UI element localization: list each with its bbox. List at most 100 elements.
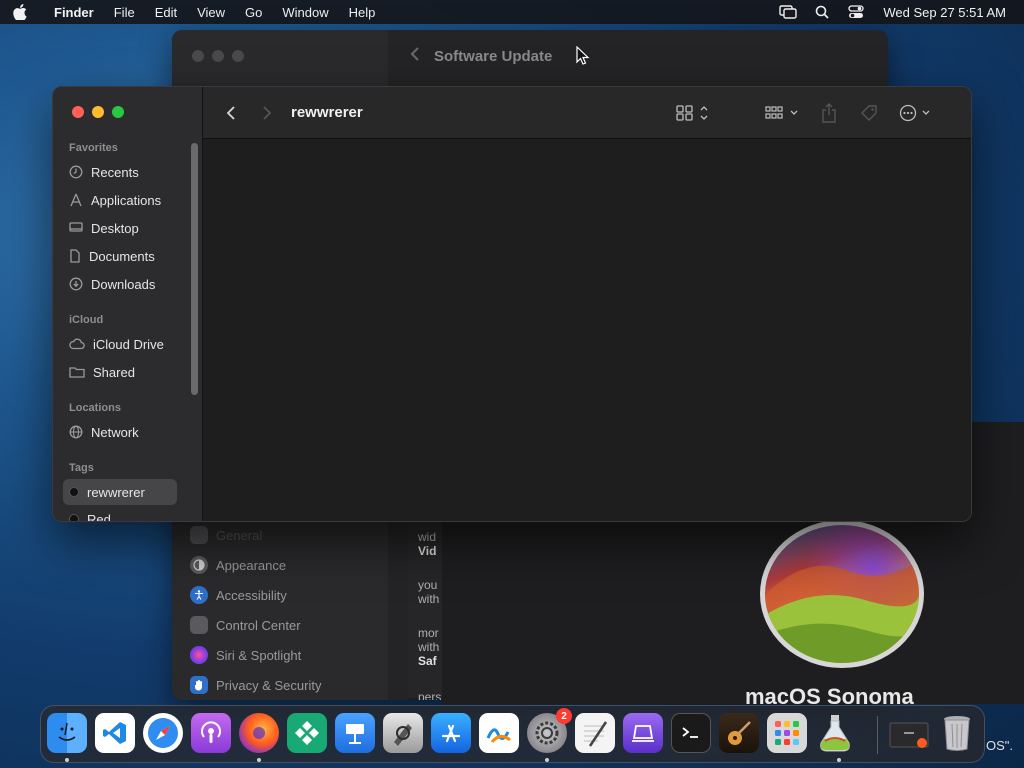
sidebar-item-documents[interactable]: Documents [69, 243, 193, 269]
finder-window[interactable]: Favorites Recents Applications Desktop D… [52, 86, 972, 522]
dock-app-keynote[interactable] [335, 713, 375, 753]
menu-edit[interactable]: Edit [145, 5, 187, 20]
zoom-button[interactable] [112, 106, 124, 118]
settings-page-title: Software Update [434, 47, 553, 65]
installer-flask-icon [820, 715, 850, 752]
dock-app-terminal[interactable] [671, 713, 711, 753]
sidebar-header-favorites: Favorites [69, 142, 118, 154]
script-editor-icon [394, 724, 412, 746]
dock-app-vscode[interactable] [95, 713, 135, 753]
downloads-stack-icon [889, 722, 929, 748]
app-store-icon [441, 724, 461, 743]
dock-app-app-store[interactable] [431, 713, 471, 753]
forward-chevron-icon[interactable] [257, 87, 277, 139]
dock-downloads-stack[interactable] [887, 713, 931, 753]
desktop-icon [69, 222, 83, 232]
simulator-icon [632, 725, 654, 742]
close-button[interactable] [72, 106, 84, 118]
control-center-icon[interactable] [839, 5, 873, 19]
running-indicator [837, 758, 841, 762]
dock-separator [877, 716, 878, 754]
settings-gear-icon [535, 721, 559, 745]
dock-app-script-editor[interactable] [383, 713, 423, 753]
finder-file-area[interactable] [203, 139, 971, 521]
dock-app-garageband[interactable] [719, 713, 759, 753]
finder-toolbar: rewwrerer [203, 87, 971, 139]
mouse-cursor-icon [576, 45, 590, 71]
dock-app-firefox[interactable] [239, 713, 279, 753]
dock-app-sonoma-installer[interactable] [815, 713, 855, 753]
settings-item-general[interactable]: General [186, 520, 376, 550]
dock-app-safari[interactable] [143, 713, 183, 753]
settings-sidebar-list: General Appearance Accessibility Control… [186, 520, 376, 700]
sidebar-item-network[interactable]: Network [69, 419, 193, 445]
sidebar-tag-red[interactable]: Red [69, 506, 193, 521]
menu-clock[interactable]: Wed Sep 27 5:51 AM [873, 5, 1024, 20]
sidebar-header-locations: Locations [69, 402, 121, 414]
dock: 2 [40, 705, 985, 763]
sidebar-item-applications[interactable]: Applications [69, 187, 193, 213]
close-button[interactable] [192, 50, 204, 62]
menu-file[interactable]: File [104, 5, 145, 20]
back-chevron-icon[interactable] [221, 87, 241, 139]
menu-app-name[interactable]: Finder [40, 5, 104, 20]
hand-icon [190, 676, 208, 694]
tag-dot-icon [69, 514, 79, 521]
sidebar-item-recents[interactable]: Recents [69, 159, 193, 185]
sidebar-scrollbar[interactable] [191, 143, 198, 395]
dock-app-finder[interactable] [47, 713, 87, 753]
diamond-grid-icon [295, 721, 319, 745]
safari-icon [148, 718, 178, 748]
sidebar-item-shared[interactable]: Shared [69, 359, 193, 385]
guitar-icon [728, 721, 751, 745]
menu-help[interactable]: Help [339, 5, 386, 20]
running-indicator [257, 758, 261, 762]
zoom-button[interactable] [232, 50, 244, 62]
settings-item-accessibility[interactable]: Accessibility [186, 580, 376, 610]
dock-app-klack[interactable] [287, 713, 327, 753]
more-actions-icon[interactable] [897, 87, 937, 139]
dock-trash[interactable] [937, 713, 977, 753]
group-icon[interactable] [763, 87, 803, 139]
sidebar-item-icloud-drive[interactable]: iCloud Drive [69, 331, 193, 357]
vscode-icon [103, 722, 126, 744]
sidebar-item-desktop[interactable]: Desktop [69, 215, 193, 241]
settings-item-control-center[interactable]: Control Center [186, 610, 376, 640]
settings-item-siri[interactable]: Siri & Spotlight [186, 640, 376, 670]
settings-item-privacy[interactable]: Privacy & Security [186, 670, 376, 700]
finder-window-controls [72, 106, 124, 118]
apple-menu-icon[interactable] [0, 4, 40, 20]
sidebar-tag-rewwrerer[interactable]: rewwrerer [63, 479, 177, 505]
dock-app-freeform[interactable] [479, 713, 519, 753]
view-grid-icon[interactable] [673, 87, 713, 139]
settings-item-appearance[interactable]: Appearance [186, 550, 376, 580]
settings-text-fragment: mor with Saf [418, 626, 440, 668]
minimize-button[interactable] [92, 106, 104, 118]
tag-icon[interactable] [857, 87, 881, 139]
settings-window-controls [192, 50, 244, 62]
settings-text-fragment: wid Vid [418, 530, 437, 558]
finder-icon [58, 722, 76, 741]
dock-app-system-settings[interactable]: 2 [527, 708, 572, 753]
podcasts-icon [201, 721, 221, 743]
menu-window[interactable]: Window [272, 5, 338, 20]
sidebar-item-downloads[interactable]: Downloads [69, 271, 193, 297]
sidebar-header-icloud: iCloud [69, 314, 104, 326]
cloud-icon [69, 338, 85, 350]
back-chevron-icon[interactable] [410, 46, 420, 66]
applications-icon [70, 193, 82, 207]
dock-app-textedit[interactable] [575, 713, 615, 753]
dock-app-launchpad[interactable] [767, 713, 807, 753]
dock-app-simulator[interactable] [623, 713, 663, 753]
share-icon[interactable] [817, 87, 841, 139]
siri-icon [190, 646, 208, 664]
menu-view[interactable]: View [187, 5, 235, 20]
spotlight-search-icon[interactable] [805, 5, 839, 19]
gear-icon [190, 526, 208, 544]
dock-app-podcasts[interactable] [191, 713, 231, 753]
textedit-icon [584, 721, 608, 747]
menu-go[interactable]: Go [235, 5, 272, 20]
minimize-button[interactable] [212, 50, 224, 62]
screen-mirroring-icon[interactable] [771, 5, 805, 19]
globe-icon [69, 425, 83, 439]
